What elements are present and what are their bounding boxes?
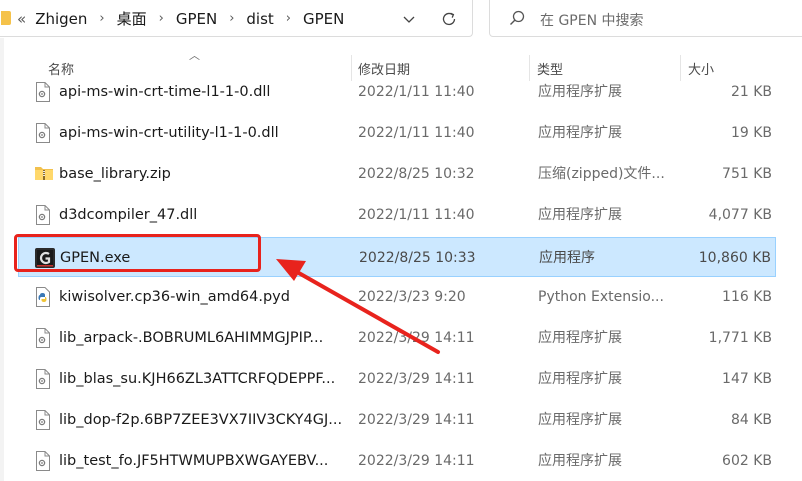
file-date: 2022/8/25 10:33 xyxy=(359,250,476,266)
search-icon xyxy=(510,10,525,25)
annotation-highlight-box xyxy=(14,234,261,272)
file-date: 2022/3/29 14:11 xyxy=(358,330,475,346)
file-row[interactable]: lib_test_fo.JF5HTWMUPBXWGAYEBV... 2022/3… xyxy=(18,441,776,481)
file-type: 应用程序扩展 xyxy=(538,207,622,223)
search-placeholder: 在 GPEN 中搜索 xyxy=(540,13,644,29)
breadcrumb-item[interactable]: GPEN xyxy=(173,10,220,28)
file-name: lib_arpack-.BOBRUML6AHIMMGJPIP... xyxy=(59,330,324,346)
file-date: 2022/3/29 14:11 xyxy=(358,371,475,387)
breadcrumb-item[interactable]: dist xyxy=(243,10,276,28)
dll-file-icon xyxy=(34,328,52,348)
file-size: 751 KB xyxy=(722,166,772,182)
chevron-right-icon[interactable]: › xyxy=(150,11,173,26)
dll-file-icon xyxy=(34,205,52,225)
file-size: 10,860 KB xyxy=(698,250,771,266)
file-type: 压缩(zipped)文件... xyxy=(538,166,665,182)
chevron-right-icon[interactable]: › xyxy=(277,11,300,26)
dll-file-icon xyxy=(34,410,52,430)
zip-folder-icon xyxy=(34,164,53,184)
chevron-right-icon[interactable]: › xyxy=(90,11,113,26)
file-size: 602 KB xyxy=(722,453,772,469)
file-name: api-ms-win-crt-time-l1-1-0.dll xyxy=(59,84,271,100)
file-name: lib_dop-f2p.6BP7ZEE3VX7IIV3CKY4GJ... xyxy=(59,412,343,428)
search-box[interactable]: 在 GPEN 中搜索 xyxy=(489,0,802,37)
file-size: 19 KB xyxy=(730,125,772,141)
file-name: d3dcompiler_47.dll xyxy=(59,207,198,223)
file-size: 4,077 KB xyxy=(708,207,772,223)
python-file-icon xyxy=(34,287,52,307)
file-size: 84 KB xyxy=(730,412,772,428)
file-row[interactable]: lib_arpack-.BOBRUML6AHIMMGJPIP... 2022/3… xyxy=(18,318,776,358)
file-date: 2022/8/25 10:32 xyxy=(358,166,475,182)
dll-file-icon xyxy=(34,123,52,143)
file-row[interactable]: api-ms-win-crt-utility-l1-1-0.dll 2022/1… xyxy=(18,113,776,153)
file-row[interactable]: api-ms-win-crt-time-l1-1-0.dll 2022/1/11… xyxy=(18,72,776,112)
file-type: Python Extensio... xyxy=(538,289,664,305)
folder-icon xyxy=(1,11,11,25)
file-row[interactable]: base_library.zip 2022/8/25 10:32 压缩(zipp… xyxy=(18,154,776,194)
toolbar: « Zhigen › 桌面 › GPEN › dist › GPEN 在 GPE… xyxy=(0,0,802,38)
file-type: 应用程序扩展 xyxy=(538,453,622,469)
file-name: kiwisolver.cp36-win_amd64.pyd xyxy=(59,289,290,305)
breadcrumb-item[interactable]: GPEN xyxy=(300,10,347,28)
breadcrumb-item[interactable]: 桌面 xyxy=(114,8,150,29)
file-row[interactable]: lib_blas_su.KJH66ZL3ATTCRFQDEPPF... 2022… xyxy=(18,359,776,399)
refresh-button[interactable] xyxy=(435,0,463,37)
file-date: 2022/3/29 14:11 xyxy=(358,412,475,428)
file-row[interactable]: kiwisolver.cp36-win_amd64.pyd 2022/3/23 … xyxy=(18,277,776,317)
file-size: 21 KB xyxy=(730,84,772,100)
file-date: 2022/3/23 9:20 xyxy=(358,289,466,305)
address-history-dropdown[interactable] xyxy=(397,0,421,37)
file-type: 应用程序扩展 xyxy=(538,125,622,141)
file-name: base_library.zip xyxy=(59,166,171,182)
file-date: 2022/3/29 14:11 xyxy=(358,453,475,469)
file-row[interactable]: d3dcompiler_47.dll 2022/1/11 11:40 应用程序扩… xyxy=(18,195,776,235)
file-date: 2022/1/11 11:40 xyxy=(358,84,475,100)
file-size: 116 KB xyxy=(722,289,772,305)
file-type: 应用程序扩展 xyxy=(538,330,622,346)
dll-file-icon xyxy=(34,369,52,389)
vertical-scrollbar[interactable] xyxy=(776,38,802,481)
file-size: 1,771 KB xyxy=(708,330,772,346)
file-type: 应用程序扩展 xyxy=(538,371,622,387)
file-name: api-ms-win-crt-utility-l1-1-0.dll xyxy=(59,125,279,141)
breadcrumb-item[interactable]: Zhigen xyxy=(32,10,90,28)
file-date: 2022/1/11 11:40 xyxy=(358,125,475,141)
file-date: 2022/1/11 11:40 xyxy=(358,207,475,223)
breadcrumb: « Zhigen › 桌面 › GPEN › dist › GPEN xyxy=(17,0,347,37)
refresh-icon xyxy=(442,12,456,25)
address-bar[interactable]: « Zhigen › 桌面 › GPEN › dist › GPEN xyxy=(0,0,473,37)
file-type: 应用程序 xyxy=(539,250,595,266)
chevron-right-icon[interactable]: › xyxy=(220,11,243,26)
file-size: 147 KB xyxy=(722,371,772,387)
dll-file-icon xyxy=(34,451,52,471)
dll-file-icon xyxy=(34,82,52,102)
file-type: 应用程序扩展 xyxy=(538,412,622,428)
chevron-down-icon xyxy=(403,16,415,23)
file-name: lib_test_fo.JF5HTWMUPBXWGAYEBV... xyxy=(59,453,329,469)
file-row[interactable]: lib_dop-f2p.6BP7ZEE3VX7IIV3CKY4GJ... 202… xyxy=(18,400,776,440)
file-type: 应用程序扩展 xyxy=(538,84,622,100)
breadcrumb-overflow-button[interactable]: « xyxy=(17,10,32,28)
navigation-pane-edge xyxy=(0,38,4,481)
file-name: lib_blas_su.KJH66ZL3ATTCRFQDEPPF... xyxy=(59,371,336,387)
